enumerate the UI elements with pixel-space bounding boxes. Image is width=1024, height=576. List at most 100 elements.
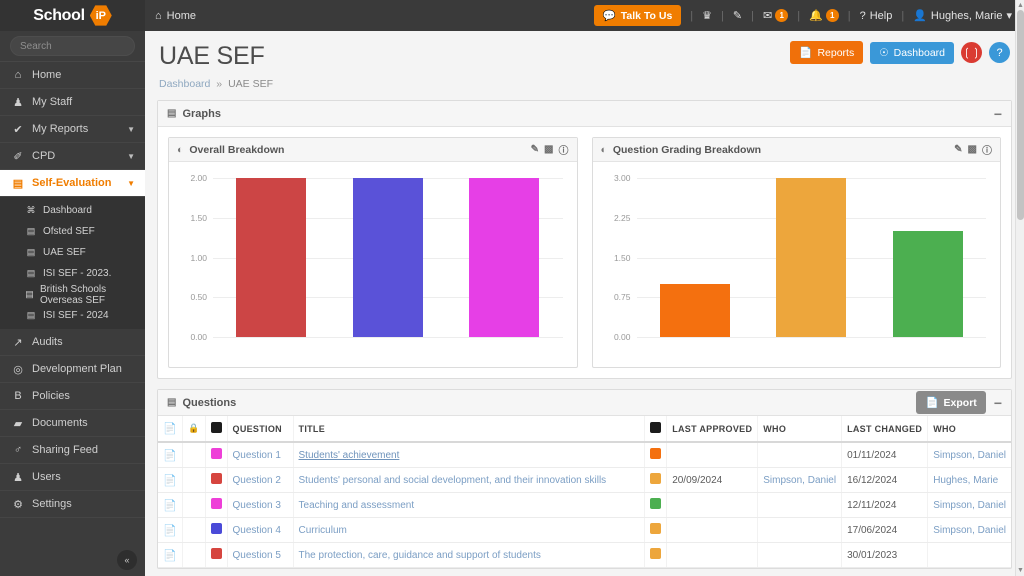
row-title-cell[interactable]: Students' achievement bbox=[293, 442, 645, 468]
title-link[interactable]: Teaching and assessment bbox=[299, 500, 415, 511]
title-link[interactable]: Students' personal and social developmen… bbox=[299, 475, 607, 486]
row-question-cell[interactable]: Question 2 bbox=[227, 468, 293, 493]
bar-0[interactable] bbox=[660, 284, 730, 337]
sidebar-item-audits[interactable]: ↗ Audits bbox=[0, 329, 145, 356]
help-icon-button[interactable]: ? bbox=[989, 42, 1010, 63]
sidebar-subitem-uae-sef[interactable]: ▤ UAE SEF bbox=[0, 242, 145, 263]
sidebar-subitem-british-schools-overseas-sef[interactable]: ▤ British Schools Overseas SEF bbox=[0, 284, 145, 305]
who-changed-link[interactable]: Simpson, Daniel bbox=[933, 450, 1006, 461]
title-link[interactable]: Curriculum bbox=[299, 525, 347, 536]
talk-to-us-button[interactable]: 💬 Talk To Us bbox=[594, 5, 682, 26]
row-question-cell[interactable]: Question 5 bbox=[227, 543, 293, 568]
col-lock[interactable]: 🔒 bbox=[183, 416, 206, 442]
question-link[interactable]: Question 5 bbox=[233, 550, 281, 561]
row-question-cell[interactable]: Question 4 bbox=[227, 518, 293, 543]
sidebar-item-self-evaluation[interactable]: ▤ Self-Evaluation ▼ bbox=[0, 170, 145, 197]
col-doc[interactable]: 📄 bbox=[158, 416, 183, 442]
row-title-cell[interactable]: The protection, care, guidance and suppo… bbox=[293, 543, 645, 568]
question-link[interactable]: Question 1 bbox=[233, 450, 281, 461]
sidebar-subitem-isi-sef-2024[interactable]: ▤ ISI SEF - 2024 bbox=[0, 305, 145, 326]
reports-label: Reports bbox=[817, 47, 854, 59]
sidebar-item-cpd[interactable]: ✐ CPD ▼ bbox=[0, 143, 145, 170]
trophy-icon[interactable]: ♛ bbox=[702, 9, 712, 22]
reports-button[interactable]: 📄 Reports bbox=[790, 41, 863, 64]
row-doc-cell[interactable]: 📄 bbox=[158, 493, 183, 518]
bar-2[interactable] bbox=[469, 178, 539, 337]
bar-1[interactable] bbox=[776, 178, 846, 337]
question-link[interactable]: Question 3 bbox=[233, 500, 281, 511]
col-last-approved[interactable]: LAST APPROVED bbox=[667, 416, 758, 442]
bell-icon[interactable]: 🔔 1 bbox=[809, 9, 839, 22]
bar-0[interactable] bbox=[236, 178, 306, 337]
col-last-changed[interactable]: LAST CHANGED bbox=[842, 416, 928, 442]
row-title-cell[interactable]: Teaching and assessment bbox=[293, 493, 645, 518]
mail-icon[interactable]: ✉ 1 bbox=[763, 9, 788, 22]
table-row[interactable]: 📄 Question 5 The protection, care, guidanc… bbox=[158, 543, 1011, 568]
title-link[interactable]: The protection, care, guidance and suppo… bbox=[299, 550, 541, 561]
col-who-approved[interactable]: WHO bbox=[758, 416, 842, 442]
table-row[interactable]: 📄 Question 4 Curriculum 17/06/2024 Simpson, … bbox=[158, 518, 1011, 543]
question-link[interactable]: Question 4 bbox=[233, 525, 281, 536]
info-icon[interactable]: ⓘ bbox=[982, 142, 992, 157]
table-row[interactable]: 📄 Question 1 Students' achievement 01/11/20… bbox=[158, 442, 1011, 468]
page-scrollbar[interactable]: ▲ ▼ bbox=[1015, 0, 1024, 576]
col-title[interactable]: TITLE bbox=[293, 416, 645, 442]
help-link[interactable]: ? Help bbox=[860, 10, 893, 22]
row-doc-cell[interactable]: 📄 bbox=[158, 468, 183, 493]
logo[interactable]: School iP bbox=[0, 0, 145, 31]
row-doc-cell[interactable]: 📄 bbox=[158, 442, 183, 468]
row-title-cell[interactable]: Curriculum bbox=[293, 518, 645, 543]
bar-1[interactable] bbox=[353, 178, 423, 337]
col-status[interactable] bbox=[645, 416, 667, 442]
edit-icon[interactable]: ✎ bbox=[531, 144, 539, 155]
table-row[interactable]: 📄 Question 2 Students' personal and social… bbox=[158, 468, 1011, 493]
user-menu[interactable]: 👤 Hughes, Marie ▾ bbox=[913, 9, 1012, 22]
row-question-cell[interactable]: Question 1 bbox=[227, 442, 293, 468]
who-approved-link[interactable]: Simpson, Daniel bbox=[763, 475, 836, 486]
bar-chart-icon[interactable]: ▩ bbox=[968, 144, 977, 155]
sidebar-item-users[interactable]: ♟ Users bbox=[0, 464, 145, 491]
title-link[interactable]: Students' achievement bbox=[299, 450, 400, 461]
sidebar-subitem-dashboard[interactable]: ⌘ Dashboard bbox=[0, 200, 145, 221]
col-who-changed[interactable]: WHO bbox=[928, 416, 1011, 442]
link-icon[interactable]: ✎ bbox=[733, 9, 742, 22]
who-changed-link[interactable]: Hughes, Marie bbox=[933, 475, 998, 486]
row-doc-cell[interactable]: 📄 bbox=[158, 543, 183, 568]
questions-collapse-button[interactable]: − bbox=[994, 396, 1002, 410]
sidebar-item-home[interactable]: ⌂ Home bbox=[0, 62, 145, 89]
bar-2[interactable] bbox=[893, 231, 963, 337]
search-input[interactable] bbox=[10, 36, 135, 56]
who-changed-link[interactable]: Simpson, Daniel bbox=[933, 500, 1006, 511]
scroll-down-arrow[interactable]: ▼ bbox=[1017, 567, 1024, 574]
sidebar-item-settings[interactable]: ⚙ Settings bbox=[0, 491, 145, 518]
topbar-home-link[interactable]: ⌂ Home bbox=[155, 10, 196, 22]
sidebar-item-sharing-feed[interactable]: ♂ Sharing Feed bbox=[0, 437, 145, 464]
breadcrumb-dashboard-link[interactable]: Dashboard bbox=[159, 78, 210, 90]
sidebar-item-documents[interactable]: ▰ Documents bbox=[0, 410, 145, 437]
row-title-cell[interactable]: Students' personal and social developmen… bbox=[293, 468, 645, 493]
share-icon-button[interactable]: ❲❳ bbox=[961, 42, 982, 63]
sidebar-collapse-button[interactable]: « bbox=[117, 550, 137, 570]
scroll-up-arrow[interactable]: ▲ bbox=[1017, 2, 1024, 9]
sidebar-item-development-plan[interactable]: ◎ Development Plan bbox=[0, 356, 145, 383]
sidebar-item-my-reports[interactable]: ✔ My Reports ▼ bbox=[0, 116, 145, 143]
sidebar-subitem-ofsted-sef[interactable]: ▤ Ofsted SEF bbox=[0, 221, 145, 242]
col-question[interactable]: QUESTION bbox=[227, 416, 293, 442]
sidebar-subitem-isi-sef-2023-[interactable]: ▤ ISI SEF - 2023. bbox=[0, 263, 145, 284]
dashboard-button[interactable]: ☉ Dashboard bbox=[870, 42, 954, 64]
question-link[interactable]: Question 2 bbox=[233, 475, 281, 486]
bar-chart-icon[interactable]: ▩ bbox=[544, 144, 553, 155]
export-button[interactable]: 📄 Export bbox=[916, 391, 985, 414]
info-icon[interactable]: ⓘ bbox=[559, 142, 569, 157]
row-lock-cell bbox=[183, 442, 206, 468]
edit-icon[interactable]: ✎ bbox=[954, 144, 962, 155]
sidebar-item-policies[interactable]: ὜B Policies bbox=[0, 383, 145, 410]
table-row[interactable]: 📄 Question 3 Teaching and assessment 12/11/… bbox=[158, 493, 1011, 518]
sidebar-item-my-staff[interactable]: ♟ My Staff bbox=[0, 89, 145, 116]
row-question-cell[interactable]: Question 3 bbox=[227, 493, 293, 518]
who-changed-link[interactable]: Simpson, Daniel bbox=[933, 525, 1006, 536]
row-doc-cell[interactable]: 📄 bbox=[158, 518, 183, 543]
col-color[interactable] bbox=[205, 416, 227, 442]
page-scrollbar-thumb[interactable] bbox=[1017, 10, 1024, 220]
graphs-collapse-button[interactable]: − bbox=[994, 107, 1002, 121]
